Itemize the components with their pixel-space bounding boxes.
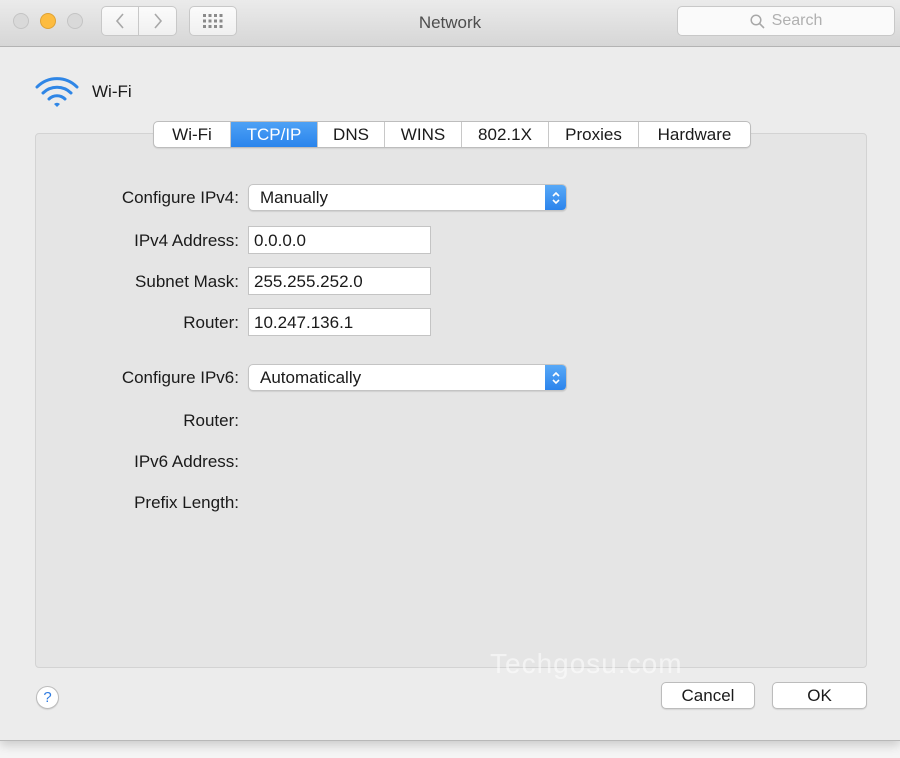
tab-bar: Wi-Fi TCP/IP DNS WINS 802.1X Proxies Har… [153,121,751,148]
chevron-right-icon [153,13,162,29]
cancel-button[interactable]: Cancel [661,682,755,709]
navigation-buttons [101,6,177,36]
ipv4-router-label: Router: [183,313,239,332]
tab-dns[interactable]: DNS [318,122,385,147]
title-bar: Network Search [0,0,900,47]
tab-hardware[interactable]: Hardware [639,122,750,147]
search-input[interactable]: Search [677,6,895,36]
close-window-button[interactable] [13,13,29,29]
tab-8021x[interactable]: 802.1X [462,122,549,147]
popup-arrows-icon [545,365,566,390]
settings-panel [35,133,867,668]
subnet-mask-label: Subnet Mask: [135,272,239,291]
prefix-length-label: Prefix Length: [134,493,239,512]
configure-ipv6-label: Configure IPv6: [121,368,239,387]
service-header: Wi-Fi [35,76,132,108]
tab-tcpip[interactable]: TCP/IP [231,122,318,147]
configure-ipv6-popup[interactable]: Automatically [248,364,567,391]
tab-wins[interactable]: WINS [385,122,462,147]
ipv6-address-label: IPv6 Address: [134,452,239,471]
tab-wifi[interactable]: Wi-Fi [154,122,231,147]
show-all-button[interactable] [189,6,237,36]
ipv4-address-field[interactable]: 0.0.0.0 [248,226,431,254]
configure-ipv4-popup[interactable]: Manually [248,184,567,211]
ok-button[interactable]: OK [772,682,867,709]
grid-icon [203,14,223,28]
service-name: Wi-Fi [92,82,132,101]
ipv4-address-label: IPv4 Address: [134,231,239,250]
configure-ipv6-value: Automatically [260,368,362,387]
popup-arrows-icon [545,185,566,210]
help-button[interactable]: ? [36,686,59,709]
tab-proxies[interactable]: Proxies [549,122,639,147]
wifi-icon [35,77,79,107]
configure-ipv4-label: Configure IPv4: [121,188,239,207]
minimize-window-button[interactable] [40,13,56,29]
configure-ipv4-value: Manually [260,188,329,207]
ipv6-router-label: Router: [183,411,239,430]
network-window: Network Search Wi-Fi Wi-Fi TCP/IP DNS WI… [0,0,900,741]
zoom-window-button[interactable] [67,13,83,29]
forward-button[interactable] [139,6,177,36]
search-icon [750,13,765,29]
search-placeholder: Search [771,12,823,29]
ipv4-router-field[interactable]: 10.247.136.1 [248,308,431,336]
subnet-mask-field[interactable]: 255.255.252.0 [248,267,431,295]
back-button[interactable] [101,6,139,36]
chevron-left-icon [115,13,124,29]
